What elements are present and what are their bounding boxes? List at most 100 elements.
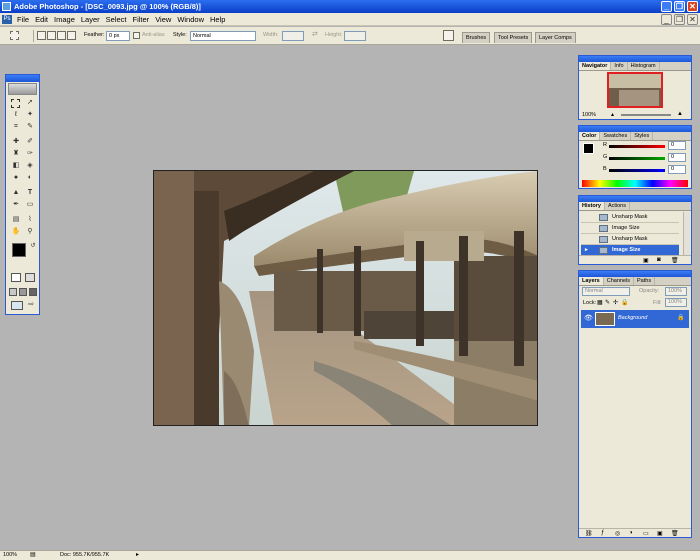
fill-input[interactable]: 100% (665, 298, 687, 307)
tab-layer-comps[interactable]: Layer Comps (535, 32, 576, 43)
standard-mode-icon[interactable] (11, 273, 21, 282)
new-snapshot-icon[interactable]: ◙ (657, 257, 661, 263)
antialias-checkbox[interactable] (133, 32, 140, 39)
eyedropper-icon[interactable]: ⌇ (24, 215, 36, 225)
add-selection-icon[interactable] (47, 31, 56, 40)
status-menu-arrow-icon[interactable]: ▸ (136, 551, 139, 558)
tab-navigator[interactable]: Navigator (579, 62, 612, 70)
eraser-icon[interactable]: ◧ (10, 161, 22, 171)
zoom-in-icon[interactable]: ▲ (677, 111, 683, 117)
trash-icon[interactable]: 🗑 (671, 257, 679, 264)
history-item[interactable]: Unsharp Mask (581, 212, 679, 223)
zoom-icon[interactable]: ⚲ (24, 227, 36, 237)
marquee-preset-icon[interactable] (10, 31, 19, 40)
style-select[interactable]: Normal (190, 31, 256, 41)
swap-icon[interactable]: ⇄ (312, 30, 318, 38)
tab-tool-presets[interactable]: Tool Presets (494, 32, 533, 43)
zoom-slider[interactable] (621, 114, 671, 116)
tab-info[interactable]: Info (611, 62, 628, 70)
menu-window[interactable]: Window (174, 15, 207, 24)
zoom-out-icon[interactable]: ▴ (611, 111, 614, 118)
menu-help[interactable]: Help (207, 15, 228, 24)
move-tool-icon[interactable]: ➚ (24, 98, 36, 108)
doc-minimize-button[interactable]: _ (661, 14, 672, 25)
g-slider[interactable] (609, 157, 665, 160)
quickmask-mode-icon[interactable] (25, 273, 35, 282)
b-value-input[interactable]: 0 (668, 165, 686, 174)
path-selection-icon[interactable]: ▲ (10, 188, 22, 198)
brush-icon[interactable]: ✐ (24, 137, 36, 147)
tab-histogram[interactable]: Histogram (628, 62, 660, 70)
tab-channels[interactable]: Channels (604, 277, 634, 285)
screen-mode-standard-icon[interactable] (9, 288, 17, 296)
type-tool-icon[interactable]: T (24, 188, 36, 198)
toolbox-title-bar[interactable] (6, 75, 39, 82)
b-slider[interactable] (609, 169, 665, 172)
tab-layers[interactable]: Layers (579, 277, 604, 285)
dodge-icon[interactable]: ◐ (24, 173, 36, 183)
tab-brushes[interactable]: Brushes (462, 32, 491, 43)
rect-marquee-icon[interactable] (11, 99, 20, 108)
swap-colors-icon[interactable]: ↺ (27, 241, 39, 251)
restore-button[interactable]: ❐ (674, 1, 685, 12)
delete-layer-icon[interactable]: 🗑 (671, 530, 679, 537)
menu-image[interactable]: Image (51, 15, 78, 24)
new-selection-icon[interactable] (37, 31, 46, 40)
paint-bucket-icon[interactable]: ◈ (24, 161, 36, 171)
lock-all-icon[interactable]: 🔒 (621, 299, 628, 306)
doc-close-button[interactable]: ✕ (687, 14, 698, 25)
new-group-icon[interactable]: ▭ (643, 530, 649, 537)
opacity-input[interactable]: 100% (665, 287, 687, 296)
g-value-input[interactable]: 0 (668, 153, 686, 162)
link-layers-icon[interactable]: ⛓ (585, 530, 593, 537)
feather-input[interactable]: 0 px (106, 31, 130, 41)
layer-style-icon[interactable]: ƒ (601, 530, 604, 536)
history-item[interactable]: Image Size (581, 223, 679, 234)
menu-file[interactable]: File (14, 15, 32, 24)
close-button[interactable]: ✕ (687, 1, 698, 12)
blend-mode-select[interactable]: Normal (582, 287, 630, 296)
new-layer-icon[interactable]: ▣ (657, 530, 663, 537)
lock-pixels-icon[interactable]: ✎ (605, 299, 610, 306)
tab-actions[interactable]: Actions (605, 202, 630, 210)
r-slider[interactable] (609, 145, 665, 148)
crop-icon[interactable]: ⌗ (10, 122, 22, 132)
pen-icon[interactable]: ✒ (10, 200, 22, 210)
tab-styles[interactable]: Styles (631, 132, 654, 140)
doc-restore-button[interactable]: ❐ (674, 14, 685, 25)
adobe-online-logo[interactable] (8, 83, 37, 95)
blur-icon[interactable]: ● (10, 173, 22, 183)
lock-transparency-icon[interactable]: ▦ (597, 299, 603, 306)
magic-wand-icon[interactable]: ✦ (24, 110, 36, 120)
color-ramp[interactable] (582, 180, 688, 187)
shape-icon[interactable]: ▭ (24, 200, 36, 210)
width-input[interactable] (282, 31, 304, 41)
navigator-thumbnail[interactable] (607, 72, 663, 108)
document-canvas[interactable] (153, 170, 538, 426)
tab-color[interactable]: Color (579, 132, 601, 140)
menu-filter[interactable]: Filter (130, 15, 153, 24)
jump-imageready-icon[interactable]: ⇨ (25, 300, 37, 310)
healing-brush-icon[interactable]: ✚ (10, 137, 22, 147)
tab-paths[interactable]: Paths (634, 277, 656, 285)
navigator-zoom[interactable]: 100% (582, 112, 596, 118)
height-input[interactable] (344, 31, 366, 41)
history-scrollbar[interactable] (683, 212, 690, 256)
palette-well-icon[interactable] (443, 30, 454, 41)
lasso-icon[interactable]: ℓ (10, 110, 22, 120)
layer-row-background[interactable]: 👁 Background 🔒 (581, 310, 689, 328)
status-zoom[interactable]: 100% (3, 552, 17, 558)
slice-icon[interactable]: ✎ (24, 122, 36, 132)
hand-icon[interactable]: ✋ (10, 227, 22, 237)
eye-visibility-icon[interactable]: 👁 (584, 314, 593, 322)
history-brush-icon[interactable]: ✑ (24, 149, 36, 159)
color-fg-swatch[interactable] (583, 143, 594, 154)
screen-mode-menu-icon[interactable] (19, 288, 27, 296)
clone-stamp-icon[interactable]: ♜ (10, 149, 22, 159)
new-document-icon[interactable]: ▣ (643, 257, 649, 264)
foreground-color-swatch[interactable] (12, 243, 26, 257)
document-control-icon[interactable]: Ps (2, 15, 12, 24)
menu-layer[interactable]: Layer (78, 15, 103, 24)
menu-edit[interactable]: Edit (32, 15, 51, 24)
menu-select[interactable]: Select (103, 15, 130, 24)
